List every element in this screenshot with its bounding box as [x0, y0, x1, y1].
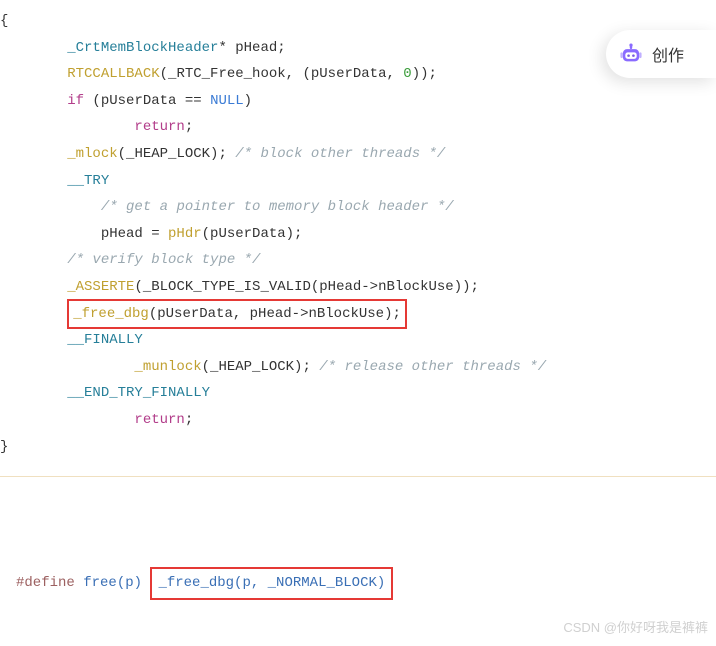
try-keyword: __TRY [67, 173, 109, 189]
bot-icon [618, 41, 644, 67]
code-block-lower: #define free(p) _free_dbg(p, _NORMAL_BLO… [0, 477, 716, 646]
free-macro: free(p) [75, 575, 151, 591]
asserte-call: _ASSERTE [67, 279, 134, 295]
end-try-finally: __END_TRY_FINALLY [67, 385, 210, 401]
return-keyword: return [134, 119, 184, 135]
comment-release-threads: /* release other threads */ [319, 359, 546, 375]
brace-open: { [0, 13, 8, 29]
if-keyword: if [67, 93, 84, 109]
brace-close: } [0, 439, 8, 455]
highlight-free-dbg-macro: _free_dbg(p, _NORMAL_BLOCK) [150, 567, 393, 600]
comment-block-threads: /* block other threads */ [235, 146, 445, 162]
comment-get-pointer: /* get a pointer to memory block header … [101, 199, 454, 215]
mlock-call: _mlock [67, 146, 117, 162]
watermark-text: CSDN @你好呀我是裤裤 [563, 616, 708, 641]
phdr-call: pHdr [168, 226, 202, 242]
create-button[interactable]: 创作 [606, 30, 716, 78]
return-keyword-2: return [134, 412, 184, 428]
highlight-free-dbg-call: _free_dbg(pUserData, pHead->nBlockUse); [67, 299, 407, 330]
finally-keyword: __FINALLY [67, 332, 143, 348]
comment-verify-block: /* verify block type */ [67, 252, 260, 268]
define-directive: #define [16, 575, 75, 591]
type-header: _CrtMemBlockHeader [67, 40, 218, 56]
create-button-label: 创作 [652, 42, 684, 66]
code-block-upper: { _CrtMemBlockHeader* pHead; RTCCALLBACK… [0, 0, 716, 477]
null-literal: NULL [210, 93, 244, 109]
munlock-call: _munlock [134, 359, 201, 375]
rtccallback-call: RTCCALLBACK [67, 66, 159, 82]
